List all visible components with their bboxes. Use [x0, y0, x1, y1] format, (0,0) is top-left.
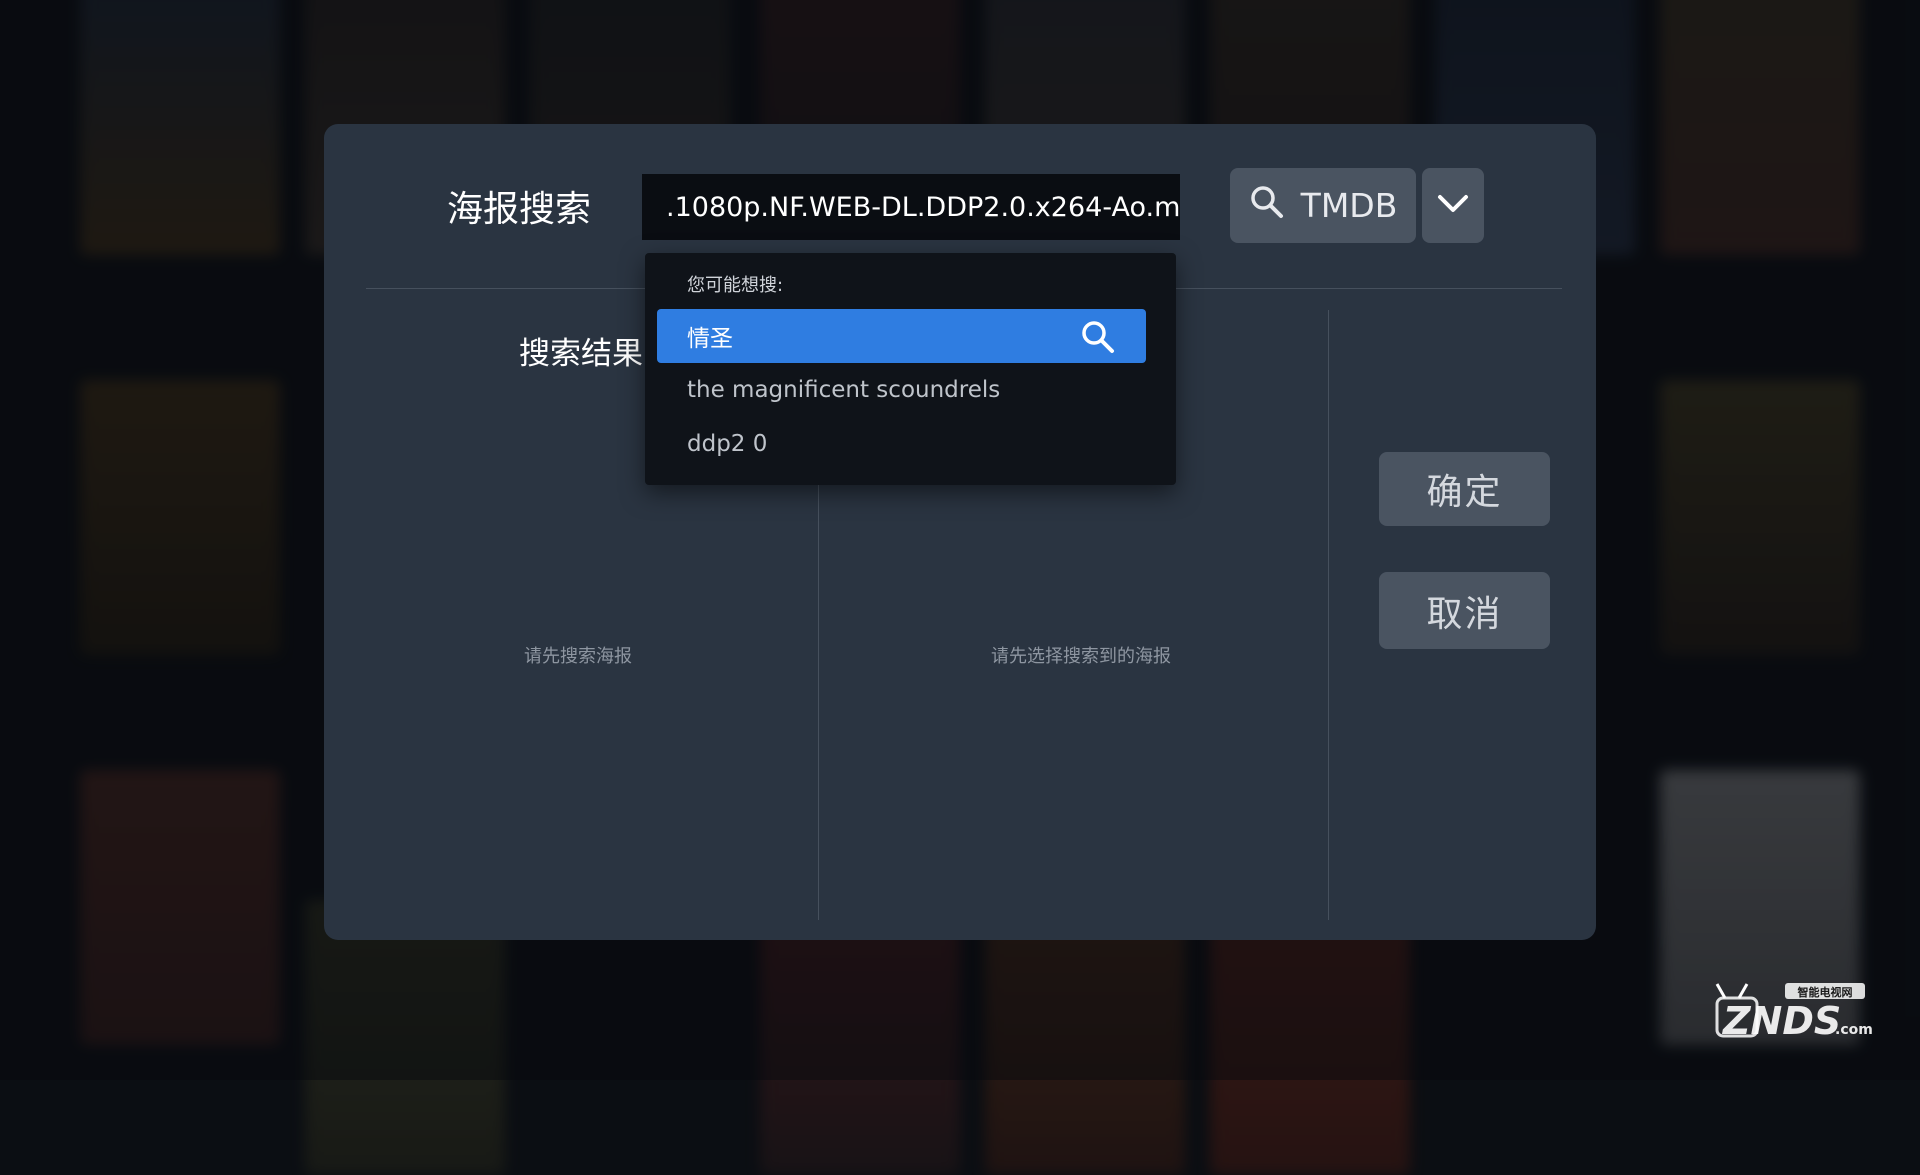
- znds-watermark-logo: 智能电视网 ZNDS .com: [1707, 978, 1877, 1052]
- watermark-brand: ZNDS: [1722, 999, 1841, 1043]
- suggestion-label: the magnificent scoundrels: [687, 377, 1001, 403]
- preview-empty-hint: 请先选择搜索到的海报: [991, 646, 1171, 667]
- watermark-tagline: 智能电视网: [1798, 985, 1853, 999]
- chevron-down-icon: [1437, 194, 1469, 218]
- confirm-button[interactable]: 确定: [1379, 452, 1550, 526]
- search-results-label: 搜索结果: [519, 336, 643, 372]
- search-suggestions-dropdown: 您可能想搜: 情圣 the magnificent scoundrels ddp…: [645, 253, 1176, 485]
- suggestion-item[interactable]: 情圣: [657, 309, 1146, 363]
- search-input[interactable]: .1080p.NF.WEB-DL.DDP2.0.x264-Ao.mkv: [642, 174, 1180, 240]
- search-source-label: TMDB: [1300, 186, 1398, 225]
- search-icon: [1249, 184, 1285, 228]
- suggestions-header: 您可能想搜:: [687, 275, 784, 296]
- suggestion-label: ddp2 0: [687, 431, 768, 457]
- search-source-button[interactable]: TMDB: [1230, 168, 1416, 243]
- results-empty-hint: 请先搜索海报: [524, 646, 632, 667]
- column-divider-right: [1328, 310, 1329, 920]
- poster-search-dialog: 海报搜索 .1080p.NF.WEB-DL.DDP2.0.x264-Ao.mkv…: [324, 124, 1596, 940]
- cancel-button[interactable]: 取消: [1379, 572, 1550, 649]
- search-icon: [1080, 319, 1116, 361]
- watermark-suffix: .com: [1835, 1022, 1873, 1038]
- suggestion-item[interactable]: ddp2 0: [657, 417, 1146, 471]
- suggestion-label: 情圣: [687, 326, 733, 352]
- search-input-value: .1080p.NF.WEB-DL.DDP2.0.x264-Ao.mkv: [666, 191, 1180, 223]
- dialog-title: 海报搜索: [447, 189, 592, 230]
- suggestion-item[interactable]: the magnificent scoundrels: [657, 363, 1146, 417]
- source-dropdown-toggle[interactable]: [1422, 168, 1484, 243]
